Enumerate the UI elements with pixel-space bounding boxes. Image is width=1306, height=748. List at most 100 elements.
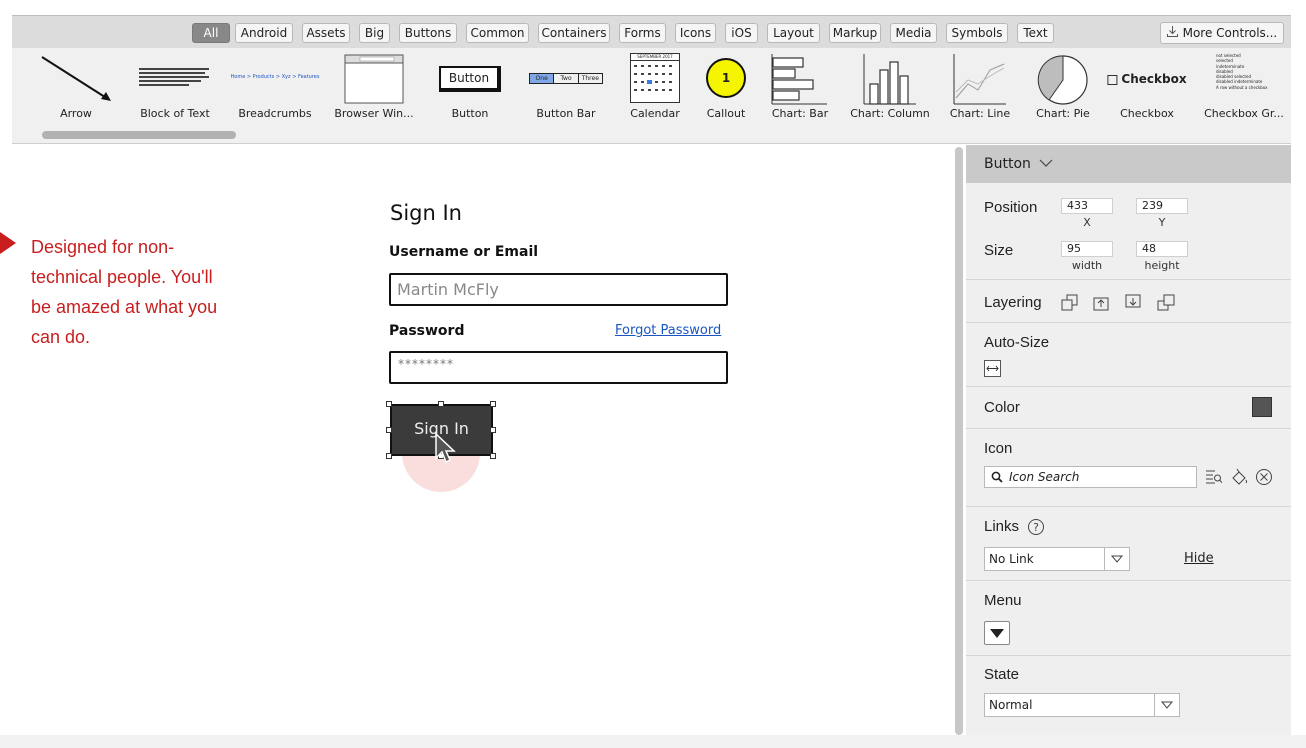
line-chart-icon <box>953 54 1006 105</box>
chevron-down-icon <box>1039 159 1053 167</box>
palette-label: Checkbox Gr... <box>1204 107 1284 120</box>
icon-search-placeholder: Icon Search <box>1009 470 1080 484</box>
state-select[interactable]: Normal <box>984 693 1180 717</box>
username-input[interactable]: Martin McFly <box>389 273 728 306</box>
autosize-icon[interactable] <box>984 360 1001 377</box>
state-label: State <box>984 666 1020 683</box>
menu-label: Menu <box>984 592 1022 609</box>
tab-symbols[interactable]: Symbols <box>946 23 1008 43</box>
palette-item-chart-line[interactable]: Chart: Line <box>940 48 1020 130</box>
icon-search-input[interactable]: Icon Search <box>984 466 1197 488</box>
palette-item-calendar[interactable]: SEPTEMBER 2017 Calendar <box>618 48 692 130</box>
bottom-edge <box>0 735 1306 748</box>
palette-item-checkbox-group[interactable]: not selected selected indeterminate disa… <box>1204 48 1284 130</box>
autosize-section: Auto-Size <box>966 323 1291 387</box>
palette-item-arrow[interactable]: Arrow <box>36 48 116 130</box>
selection-handle[interactable] <box>386 453 392 459</box>
tab-big[interactable]: Big <box>359 23 390 43</box>
bring-to-front-icon[interactable] <box>1061 294 1079 312</box>
tab-icons[interactable]: Icons <box>675 23 716 43</box>
tab-assets[interactable]: Assets <box>302 23 350 43</box>
tab-forms[interactable]: Forms <box>619 23 666 43</box>
marketing-callout-text: Designed for non-technical people. You'l… <box>31 237 218 347</box>
selection-handle[interactable] <box>386 427 392 433</box>
arrow-icon <box>41 56 111 101</box>
password-input[interactable]: ******** <box>389 351 728 384</box>
clear-icon[interactable] <box>1255 468 1273 486</box>
width-field[interactable]: 95 <box>1061 241 1113 257</box>
more-controls-label: More Controls... <box>1182 26 1278 40</box>
app-window: All Android Assets Big Buttons Common Co… <box>0 0 1306 748</box>
palette-label: Button <box>451 107 489 120</box>
palette-label: Calendar <box>630 107 680 120</box>
palette-label: Breadcrumbs <box>238 107 312 120</box>
bar-segment: Three <box>581 75 599 82</box>
tab-media[interactable]: Media <box>890 23 937 43</box>
palette-label: Chart: Bar <box>771 107 829 120</box>
checkbox-thumb: Checkbox <box>1107 72 1187 86</box>
tab-containers[interactable]: Containers <box>538 23 610 43</box>
palette-item-breadcrumbs[interactable]: Home > Products > Xyz > Features Breadcr… <box>231 48 320 130</box>
x-field[interactable]: 433 <box>1061 198 1113 214</box>
palette-item-chart-column[interactable]: Chart: Column <box>848 48 932 130</box>
more-controls-button[interactable]: More Controls... <box>1160 22 1284 44</box>
palette-item-chart-pie[interactable]: Chart: Pie <box>1028 48 1098 130</box>
menu-section: Menu <box>966 581 1291 656</box>
properties-panel: Button Position 433 X 239 Y Size 95 widt… <box>966 145 1291 735</box>
forgot-password-link[interactable]: Forgot Password <box>615 323 721 338</box>
height-field[interactable]: 48 <box>1136 241 1188 257</box>
checkbox-icon <box>1107 74 1118 85</box>
tab-markup[interactable]: Markup <box>829 23 881 43</box>
links-label: Links <box>984 518 1020 535</box>
palette-label: Chart: Pie <box>1036 107 1090 120</box>
layering-section: Layering <box>966 281 1291 323</box>
browse-icons-icon[interactable] <box>1205 468 1223 486</box>
svg-text:?: ? <box>1033 521 1039 534</box>
palette-label: Checkbox <box>1120 107 1174 120</box>
send-backward-icon[interactable] <box>1125 294 1143 312</box>
palette-item-callout[interactable]: 1 Callout <box>698 48 754 130</box>
palette-label: Browser Win... <box>334 107 414 120</box>
chevron-down-icon <box>1160 701 1174 709</box>
palette-label: Block of Text <box>140 107 210 120</box>
properties-header[interactable]: Button <box>966 145 1291 183</box>
tab-common[interactable]: Common <box>466 23 529 43</box>
paint-bucket-icon[interactable] <box>1230 468 1248 486</box>
palette-item-block-of-text[interactable]: Block of Text <box>132 48 218 130</box>
y-field[interactable]: 239 <box>1136 198 1188 214</box>
selection-handle[interactable] <box>438 401 444 407</box>
palette-item-chart-bar[interactable]: Chart: Bar <box>764 48 836 130</box>
callout-arrow-icon <box>0 232 16 254</box>
palette-item-checkbox[interactable]: Checkbox Checkbox <box>1104 48 1190 130</box>
selection-handle[interactable] <box>490 401 496 407</box>
selection-handle[interactable] <box>490 453 496 459</box>
tab-layout[interactable]: Layout <box>767 23 820 43</box>
send-to-back-icon[interactable] <box>1157 294 1175 312</box>
palette-item-browser-window[interactable]: Browser Win... <box>332 48 416 130</box>
tab-android[interactable]: Android <box>235 23 293 43</box>
color-swatch[interactable] <box>1252 397 1272 417</box>
tab-buttons[interactable]: Buttons <box>399 23 457 43</box>
calendar-grid-icon <box>634 65 672 91</box>
bring-forward-icon[interactable] <box>1093 294 1111 312</box>
checkbox-group-icon: not selected selected indeterminate disa… <box>1216 53 1272 90</box>
position-label: Position <box>984 199 1038 216</box>
menu-dropdown-button[interactable] <box>984 621 1010 645</box>
tab-all[interactable]: All <box>192 23 230 43</box>
selection-handle[interactable] <box>386 401 392 407</box>
download-icon <box>1167 23 1179 43</box>
palette-item-button[interactable]: Button Button <box>430 48 510 130</box>
state-select-value: Normal <box>989 698 1033 712</box>
tab-text[interactable]: Text <box>1017 23 1054 43</box>
canvas-vertical-scrollbar[interactable] <box>955 147 963 735</box>
tab-ios[interactable]: iOS <box>725 23 758 43</box>
triangle-down-icon <box>990 629 1004 638</box>
palette-scrollbar[interactable] <box>42 131 236 139</box>
help-icon[interactable]: ? <box>1027 518 1045 536</box>
bar-chart-icon <box>771 54 827 105</box>
selection-handle[interactable] <box>490 427 496 433</box>
link-select[interactable]: No Link <box>984 547 1130 571</box>
hide-link[interactable]: Hide <box>1184 551 1214 566</box>
palette-item-button-bar[interactable]: One Two Three Button Bar <box>522 48 610 130</box>
palette-label: Chart: Line <box>949 107 1011 120</box>
